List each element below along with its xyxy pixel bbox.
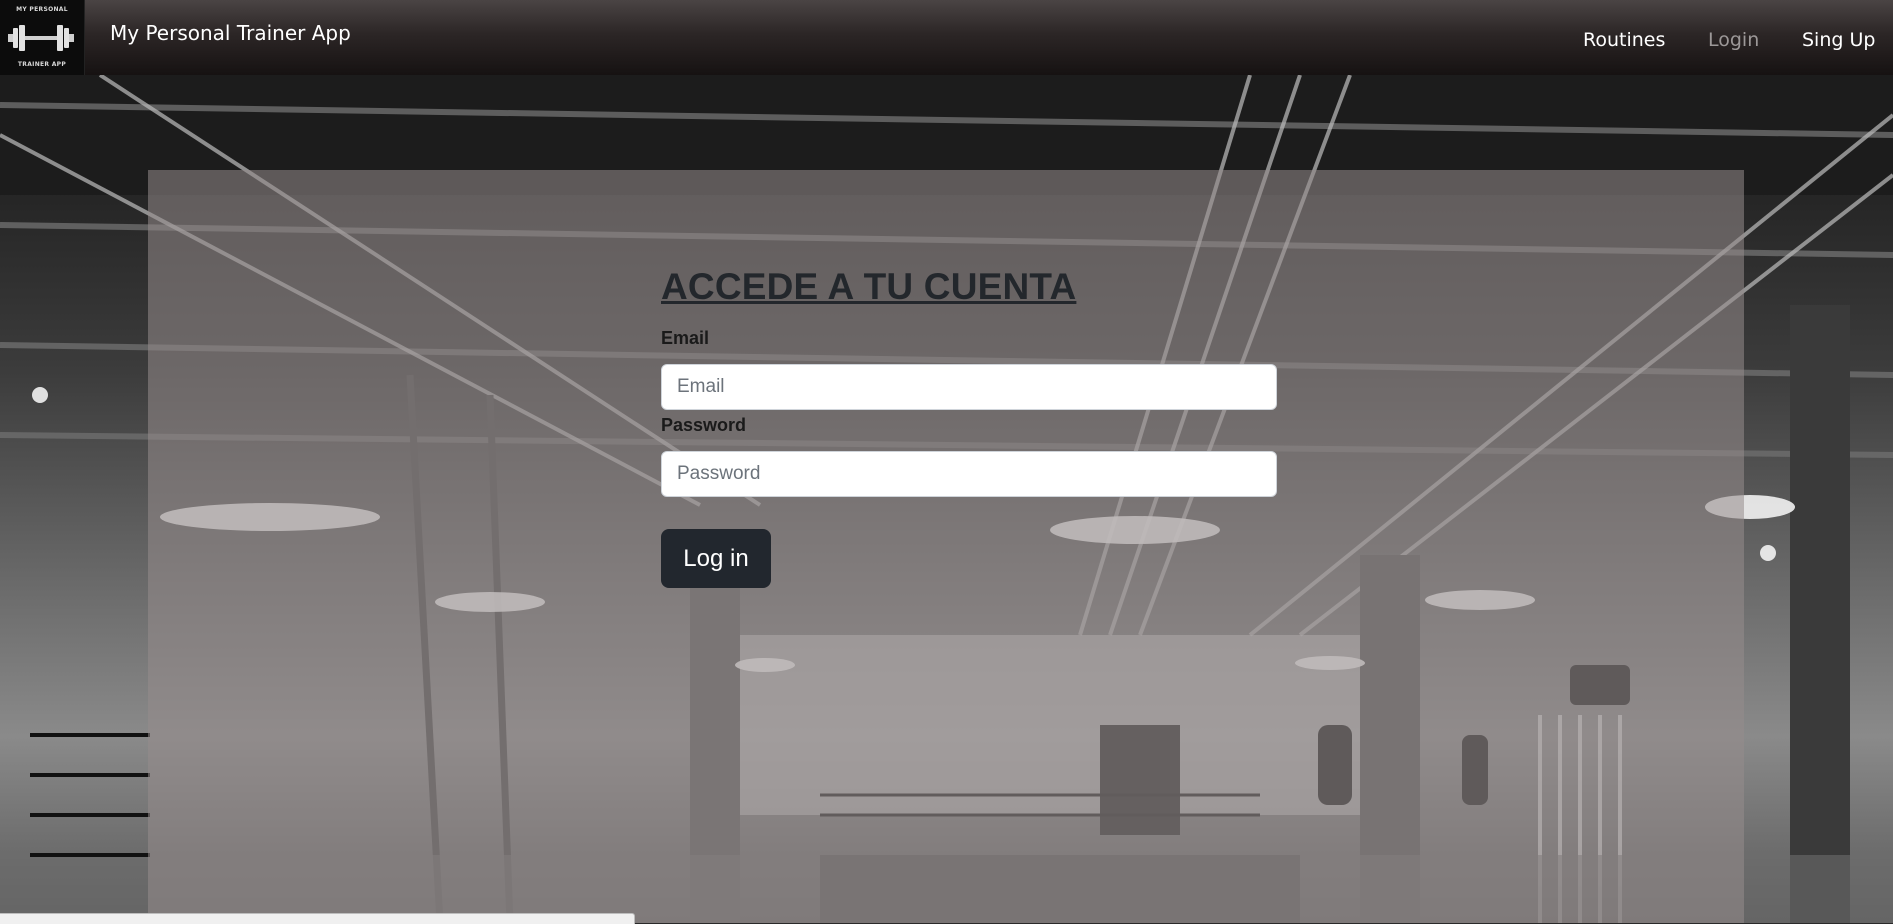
nav-link-signup[interactable]: Sing Up bbox=[1802, 29, 1875, 51]
login-button[interactable]: Log in bbox=[661, 529, 771, 588]
browser-status-bar bbox=[0, 913, 635, 924]
logo-text-top: MY PERSONAL bbox=[16, 6, 68, 13]
password-label: Password bbox=[661, 415, 747, 435]
nav-link-login[interactable]: Login bbox=[1708, 29, 1759, 51]
login-title: ACCEDE A TU CUENTA bbox=[661, 266, 1077, 307]
email-field[interactable] bbox=[661, 364, 1277, 410]
password-field[interactable] bbox=[661, 451, 1277, 497]
nav-link-routines[interactable]: Routines bbox=[1583, 29, 1665, 51]
logo-text-bottom: TRAINER APP bbox=[17, 61, 67, 68]
app-logo[interactable]: MY PERSONAL TRAINER APP bbox=[0, 0, 85, 75]
email-label: Email bbox=[661, 328, 710, 348]
dumbbell-icon bbox=[8, 25, 74, 51]
brand-title[interactable]: My Personal Trainer App bbox=[110, 21, 351, 45]
navbar: MY PERSONAL TRAINER APP My Personal Trai… bbox=[0, 0, 1893, 75]
